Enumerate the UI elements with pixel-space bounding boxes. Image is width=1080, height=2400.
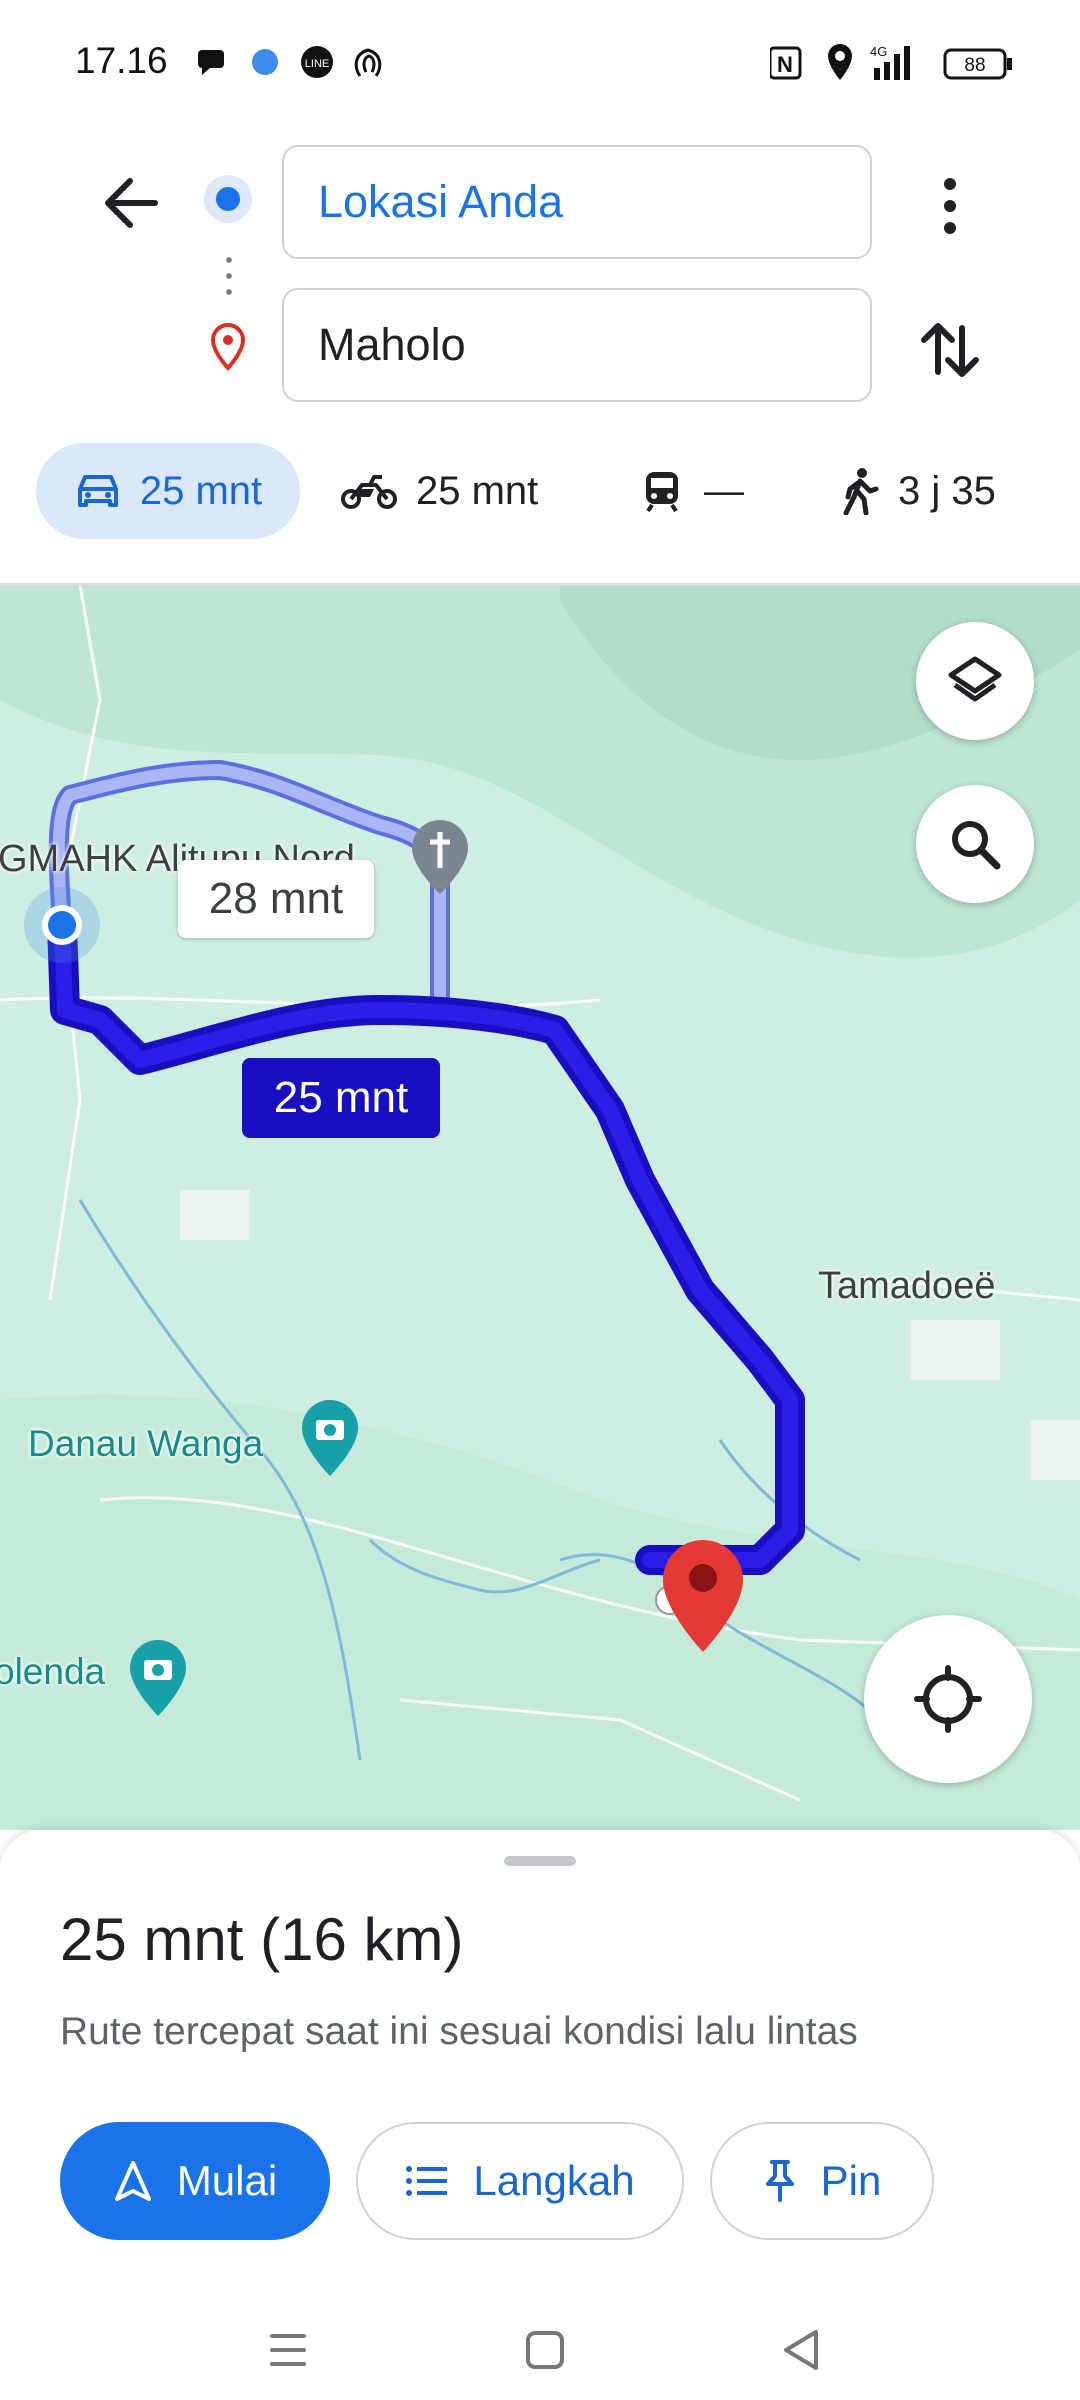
destination-pin-icon <box>210 322 246 371</box>
walk-icon <box>843 468 879 515</box>
pin-button[interactable]: Pin <box>710 2122 934 2240</box>
route-subtitle: Rute tercepat saat ini sesuai kondisi la… <box>60 2010 858 2053</box>
layers-button[interactable] <box>916 622 1034 740</box>
navigation-arrow-icon <box>114 2161 151 2201</box>
steps-button-label: Langkah <box>473 2157 635 2204</box>
map-search-button[interactable] <box>916 785 1034 903</box>
map-label-lake: Danau Wanga <box>28 1423 264 1464</box>
pin-button-label: Pin <box>820 2157 882 2204</box>
mode-walk-label: 3 j 35 <box>898 468 996 513</box>
back-arrow-icon[interactable] <box>95 168 175 238</box>
main-route-time-chip[interactable]: 25 mnt <box>242 1058 440 1138</box>
system-status-icons: N 4G 88 <box>770 44 1012 80</box>
svg-text:LINE: LINE <box>305 58 329 70</box>
notification-icons: LINE <box>198 46 382 78</box>
svg-text:N: N <box>777 52 793 77</box>
steps-button[interactable]: Langkah <box>356 2122 684 2240</box>
origin-dot-icon <box>204 175 252 223</box>
back-nav-icon[interactable] <box>772 2320 832 2380</box>
mode-transit[interactable]: — <box>640 443 744 539</box>
layers-icon <box>948 656 1002 702</box>
church-pin-icon <box>412 820 468 894</box>
crosshair-icon <box>914 1665 982 1733</box>
mode-walk[interactable]: 3 j 35 <box>840 443 996 539</box>
pushpin-icon <box>765 2160 794 2202</box>
start-button[interactable]: Mulai <box>60 2122 330 2240</box>
mode-motorcycle-label: 25 mnt <box>416 468 539 513</box>
route-summary: 25 mnt (16 km) <box>60 1906 464 1973</box>
mode-transit-label: — <box>704 468 744 513</box>
destination-input[interactable]: Maholo <box>282 288 872 402</box>
map-label-place-left: olenda <box>0 1651 106 1692</box>
search-icon <box>952 821 1001 870</box>
map-top-shadow <box>0 583 1080 589</box>
mode-drive[interactable]: 25 mnt <box>36 443 300 539</box>
mode-motorcycle[interactable]: 25 mnt <box>340 443 538 539</box>
svg-text:4G: 4G <box>870 44 887 59</box>
route-dots-connector <box>226 252 232 300</box>
motorcycle-icon <box>341 475 397 509</box>
train-icon <box>646 472 678 513</box>
battery-level: 88 <box>964 55 985 76</box>
map-label-village: Tamadoeë <box>818 1265 996 1307</box>
mode-drive-label: 25 mnt <box>139 468 263 513</box>
car-icon <box>77 475 118 507</box>
more-options-icon[interactable] <box>920 170 980 242</box>
alt-route-time-chip[interactable]: 28 mnt <box>178 860 374 938</box>
my-location-button[interactable] <box>864 1615 1032 1783</box>
sheet-drag-handle[interactable] <box>504 1856 576 1866</box>
origin-input[interactable]: Lokasi Anda <box>282 145 872 259</box>
start-button-label: Mulai <box>176 2157 278 2204</box>
status-time: 17.16 <box>75 40 168 81</box>
list-icon <box>406 2166 448 2196</box>
home-nav-icon[interactable] <box>515 2320 575 2380</box>
recents-nav-icon[interactable] <box>258 2320 318 2380</box>
swap-icon[interactable] <box>910 310 990 390</box>
